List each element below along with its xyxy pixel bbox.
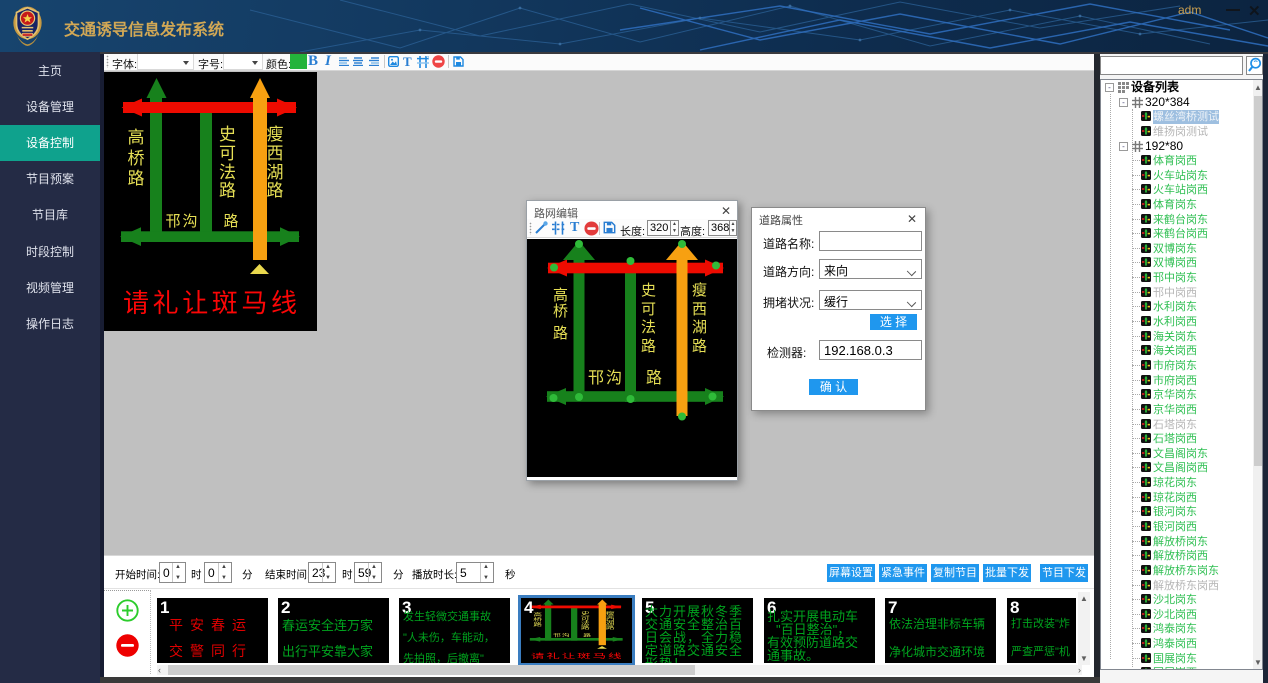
- svg-text:西: 西: [606, 616, 615, 621]
- svg-text:桥: 桥: [533, 617, 542, 623]
- svg-text:路: 路: [553, 325, 568, 342]
- svg-text:可: 可: [641, 301, 656, 318]
- svg-text:湖: 湖: [606, 620, 615, 626]
- svg-text:路: 路: [223, 213, 238, 230]
- svg-text:瘦: 瘦: [606, 611, 615, 617]
- svg-text:法: 法: [641, 319, 656, 336]
- svg-text:桥: 桥: [553, 303, 568, 320]
- svg-text:法: 法: [219, 163, 236, 182]
- svg-text:高: 高: [128, 128, 145, 147]
- svg-text:西: 西: [267, 144, 284, 163]
- svg-text:邗: 邗: [165, 213, 180, 230]
- svg-text:路: 路: [128, 169, 145, 188]
- svg-text:路: 路: [641, 338, 656, 355]
- svg-text:瘦: 瘦: [692, 282, 707, 299]
- svg-text:高: 高: [553, 287, 568, 304]
- svg-text:高: 高: [533, 612, 542, 618]
- svg-text:湖: 湖: [692, 319, 707, 336]
- svg-text:沟: 沟: [182, 213, 197, 230]
- svg-text:史: 史: [581, 611, 590, 617]
- svg-text:请礼让斑马线: 请礼让斑马线: [123, 288, 297, 318]
- svg-text:史: 史: [641, 282, 656, 299]
- svg-text:邗: 邗: [553, 633, 561, 638]
- svg-text:瘦: 瘦: [267, 125, 284, 144]
- svg-text:路: 路: [646, 369, 662, 387]
- svg-text:湖: 湖: [267, 163, 284, 182]
- svg-text:路: 路: [692, 338, 707, 355]
- svg-text:邗: 邗: [588, 369, 604, 387]
- svg-text:桥: 桥: [128, 149, 145, 168]
- svg-text:史: 史: [219, 125, 236, 144]
- svg-text:请礼让斑马线: 请礼让斑马线: [531, 652, 622, 660]
- svg-text:可: 可: [219, 144, 236, 163]
- svg-text:沟: 沟: [606, 369, 622, 387]
- svg-text:路: 路: [267, 181, 284, 200]
- svg-text:路: 路: [533, 622, 542, 628]
- svg-text:法: 法: [581, 620, 590, 626]
- svg-text:可: 可: [581, 616, 590, 621]
- svg-text:西: 西: [692, 301, 707, 318]
- svg-text:路: 路: [583, 633, 591, 638]
- svg-text:沟: 沟: [562, 633, 570, 638]
- svg-text:路: 路: [219, 181, 236, 200]
